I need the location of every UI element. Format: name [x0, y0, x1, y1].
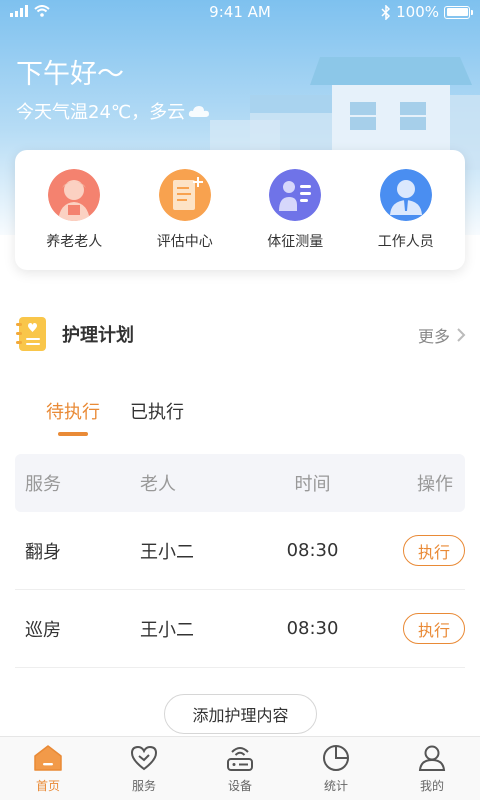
care-plan-table: 服务 老人 时间 操作 翻身 王小二 08:30 执行 巡房 王小二 08:30…: [15, 454, 465, 668]
quick-action-elderly[interactable]: 养老老人: [24, 169, 124, 251]
tabbar-label: 我的: [419, 779, 444, 793]
more-link[interactable]: 更多: [418, 323, 466, 347]
bluetooth-icon: [381, 4, 391, 20]
execute-button[interactable]: 执行: [403, 613, 465, 644]
cloud-icon: [188, 106, 210, 117]
tabbar-label: 首页: [35, 779, 60, 793]
profile-icon: [417, 743, 447, 773]
more-label: 更多: [417, 327, 450, 346]
weather-text: 今天气温24℃，多云: [16, 102, 186, 123]
weather-info: 今天气温24℃，多云: [16, 98, 210, 124]
row-service: 翻身: [25, 541, 61, 563]
tabbar-label: 统计: [323, 779, 348, 793]
row-elder: 王小二: [140, 541, 194, 563]
row-time: 08:30: [286, 540, 339, 561]
execute-button[interactable]: 执行: [403, 535, 465, 566]
tabbar-home[interactable]: 首页: [0, 737, 96, 800]
status-right: 100%: [381, 3, 473, 21]
column-time: 时间: [294, 474, 331, 495]
quick-action-staff[interactable]: 工作人员: [356, 169, 456, 251]
tabbar-label: 服务: [131, 779, 156, 793]
tabbar-service[interactable]: 服务: [96, 737, 192, 800]
battery-percent: 100%: [396, 3, 439, 21]
tabbar-stats[interactable]: 统计: [288, 737, 384, 800]
bottom-tab-bar: 首页 服务 设备 统计 我的: [0, 736, 480, 800]
pie-chart-icon: [321, 743, 351, 773]
tab-pending[interactable]: 待执行: [46, 398, 100, 434]
column-service: 服务: [25, 474, 61, 495]
staff-person-icon: [379, 169, 432, 221]
chevron-right-icon: [457, 328, 466, 342]
quick-action-label: 工作人员: [377, 234, 434, 250]
add-care-content-button[interactable]: 添加护理内容: [164, 694, 317, 734]
care-plan-header: 护理计划 更多: [16, 314, 466, 354]
battery-icon: [444, 5, 473, 19]
quick-action-assessment[interactable]: 评估中心: [135, 169, 235, 251]
row-action-cell: 执行: [375, 613, 465, 644]
column-action: 操作: [417, 474, 453, 495]
quick-actions-card: 养老老人 评估中心 体征测量 工作人员: [15, 150, 465, 270]
column-elder: 老人: [140, 474, 176, 495]
vital-signs-icon: [269, 169, 322, 221]
assessment-document-icon: [158, 169, 211, 221]
row-elder: 王小二: [140, 619, 194, 641]
status-bar: 9:41 AM 100%: [0, 0, 480, 26]
quick-action-label: 体征测量: [267, 234, 324, 250]
care-plan-tabs: 待执行 已执行: [46, 398, 184, 434]
table-header: 服务 老人 时间 操作: [15, 454, 465, 512]
heart-service-icon: [129, 743, 159, 773]
quick-action-label: 评估中心: [156, 234, 213, 250]
home-icon: [33, 743, 63, 773]
care-plan-title: 护理计划: [62, 325, 134, 346]
table-row: 翻身 王小二 08:30 执行: [15, 512, 465, 590]
tab-executed[interactable]: 已执行: [130, 398, 184, 434]
tabbar-device[interactable]: 设备: [192, 737, 288, 800]
greeting: 下午好～: [16, 59, 124, 90]
tabbar-profile[interactable]: 我的: [384, 737, 480, 800]
row-service: 巡房: [25, 619, 61, 641]
table-row: 巡房 王小二 08:30 执行: [15, 590, 465, 668]
elderly-person-icon: [48, 169, 101, 221]
quick-action-vitals[interactable]: 体征测量: [245, 169, 345, 251]
row-action-cell: 执行: [375, 535, 465, 566]
quick-action-label: 养老老人: [46, 234, 103, 250]
tabbar-label: 设备: [227, 779, 252, 793]
care-plan-notebook-icon: [16, 317, 46, 351]
router-device-icon: [225, 743, 255, 773]
row-time: 08:30: [286, 618, 339, 639]
